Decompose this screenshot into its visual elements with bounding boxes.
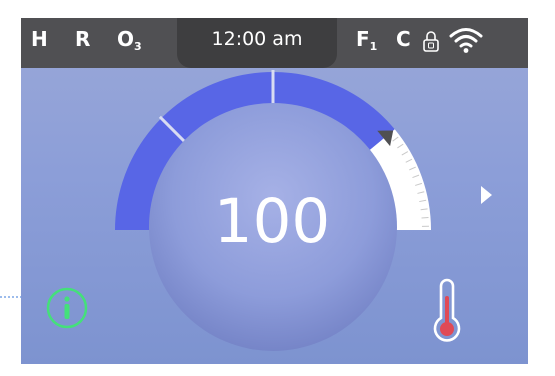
- chevron-right-icon[interactable]: [478, 183, 496, 207]
- thermometer-icon: [433, 278, 461, 342]
- device-screen: H R O3 12:00 am F1 C 100: [21, 18, 528, 364]
- setpoint-value: 100: [213, 186, 331, 257]
- gauge-tick: [421, 216, 429, 219]
- info-icon[interactable]: [45, 286, 89, 330]
